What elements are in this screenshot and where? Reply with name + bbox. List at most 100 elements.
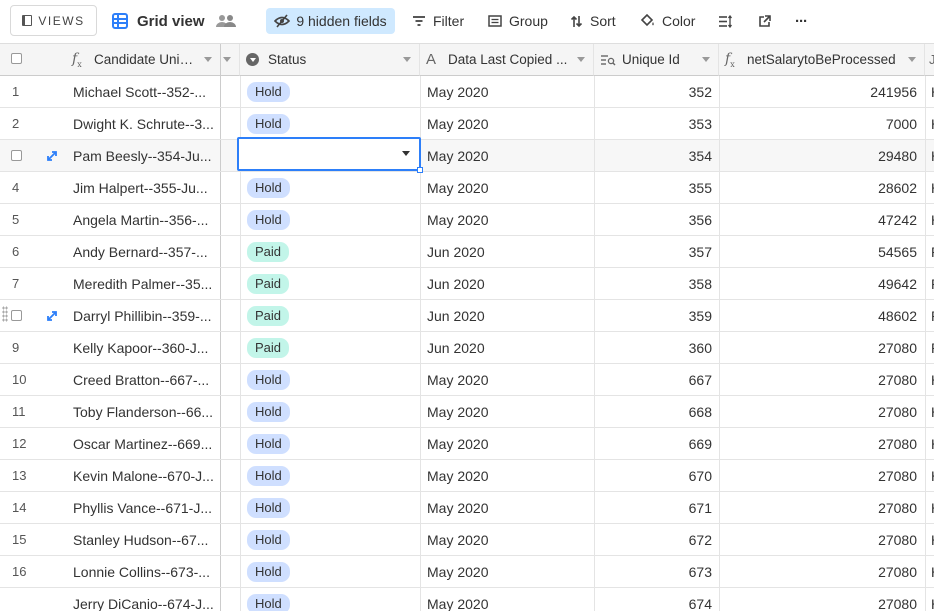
next-column-cell[interactable]: H [925,428,934,459]
net-salary-cell[interactable]: 27080 [719,460,925,491]
candidate-cell[interactable]: Oscar Martinez--669... [60,428,220,459]
more-options-button[interactable]: ··· [795,0,808,42]
date-cell[interactable]: May 2020 [420,140,594,171]
table-row[interactable]: 6 Andy Bernard--357-... Paid Jun 2020 357 545… [0,236,934,268]
unique-id-cell[interactable]: 672 [594,524,719,555]
status-cell[interactable]: Hold [240,460,420,491]
candidate-cell[interactable]: Kevin Malone--670-J... [60,460,220,491]
net-salary-cell[interactable]: 27080 [719,588,925,611]
expand-record-icon[interactable] [46,150,58,162]
candidate-cell[interactable]: Pam Beesly--354-Ju... [60,140,220,171]
chevron-down-icon[interactable] [577,57,585,62]
next-column-cell[interactable]: H [925,108,934,139]
select-all-checkbox[interactable] [11,53,22,64]
fill-handle[interactable] [417,167,423,173]
table-row[interactable]: 7 Meredith Palmer--35... Paid Jun 2020 358 49… [0,268,934,300]
candidate-cell[interactable]: Jerry DiCanio--674-J... [60,588,220,611]
net-salary-cell[interactable]: 27080 [719,332,925,363]
next-column-cell[interactable]: H [925,172,934,203]
net-salary-cell[interactable]: 54565 [719,236,925,267]
candidate-cell[interactable]: Creed Bratton--667-... [60,364,220,395]
table-row[interactable]: 9 Kelly Kapoor--360-J... Paid Jun 2020 360 27… [0,332,934,364]
unique-id-cell[interactable]: 671 [594,492,719,523]
next-column-cell[interactable]: H [925,140,934,171]
next-column-cell[interactable]: H [925,76,934,107]
net-salary-cell[interactable]: 49642 [719,268,925,299]
column-header-candidate[interactable]: fx Candidate Uniq... [60,44,220,76]
date-cell[interactable]: May 2020 [420,76,594,107]
next-column-cell[interactable]: H [925,364,934,395]
date-cell[interactable]: Jun 2020 [420,300,594,331]
status-cell[interactable]: Hold [240,396,420,427]
status-cell[interactable]: Hold [240,172,420,203]
unique-id-cell[interactable]: 352 [594,76,719,107]
column-header-status[interactable]: Status [240,44,420,76]
status-cell[interactable]: Hold [240,524,420,555]
unique-id-cell[interactable]: 356 [594,204,719,235]
chevron-down-icon[interactable] [204,57,212,62]
table-row[interactable]: 14 Phyllis Vance--671-J... Hold May 2020 671… [0,492,934,524]
date-cell[interactable]: May 2020 [420,172,594,203]
view-switcher[interactable]: Grid view [112,0,205,42]
unique-id-cell[interactable]: 355 [594,172,719,203]
status-cell[interactable]: Hold [240,492,420,523]
candidate-cell[interactable]: Andy Bernard--357-... [60,236,220,267]
unique-id-cell[interactable]: 667 [594,364,719,395]
chevron-down-icon[interactable] [223,57,231,62]
candidate-cell[interactable]: Phyllis Vance--671-J... [60,492,220,523]
status-cell[interactable]: Paid [240,268,420,299]
candidate-cell[interactable]: Michael Scott--352-... [60,76,220,107]
table-row[interactable]: 1 Michael Scott--352-... Hold May 2020 352 24… [0,76,934,108]
status-cell[interactable]: Hold [240,108,420,139]
unique-id-cell[interactable]: 674 [594,588,719,611]
column-header-next[interactable]: J [925,44,934,76]
status-cell[interactable]: Hold [240,76,420,107]
table-row[interactable]: 13 Kevin Malone--670-J... Hold May 2020 670 2… [0,460,934,492]
unique-id-cell[interactable]: 669 [594,428,719,459]
next-column-cell[interactable]: H [925,556,934,587]
unique-id-cell[interactable]: 358 [594,268,719,299]
unique-id-cell[interactable]: 673 [594,556,719,587]
net-salary-cell[interactable]: 27080 [719,396,925,427]
row-height-button[interactable] [718,0,732,42]
color-button[interactable]: Color [640,0,695,42]
table-row[interactable]: 10 Creed Bratton--667-... Hold May 2020 667 2… [0,364,934,396]
sort-button[interactable]: Sort [570,0,616,42]
next-column-cell[interactable]: H [925,204,934,235]
column-header-net-salary[interactable]: fx netSalarytoBeProcessed [719,44,925,76]
next-column-cell[interactable]: H [925,396,934,427]
net-salary-cell[interactable]: 27080 [719,492,925,523]
status-cell[interactable]: Paid [240,300,420,331]
views-button[interactable]: VIEWS [10,5,97,36]
next-column-cell[interactable]: P [925,332,934,363]
hidden-fields-button[interactable]: 9 hidden fields [266,8,395,34]
table-row[interactable]: Pam Beesly--354-Ju...HoldMay 20203542948… [0,140,934,172]
dropdown-caret-icon[interactable] [402,151,410,156]
date-cell[interactable]: May 2020 [420,396,594,427]
drag-handle-icon[interactable] [2,306,8,322]
unique-id-cell[interactable]: 354 [594,140,719,171]
candidate-cell[interactable]: Lonnie Collins--673-... [60,556,220,587]
candidate-cell[interactable]: Angela Martin--356-... [60,204,220,235]
filter-button[interactable]: Filter [412,0,464,42]
date-cell[interactable]: May 2020 [420,492,594,523]
candidate-cell[interactable]: Stanley Hudson--67... [60,524,220,555]
table-row[interactable]: 2 Dwight K. Schrute--3... Hold May 2020 353 7… [0,108,934,140]
net-salary-cell[interactable]: 27080 [719,556,925,587]
share-view-button[interactable] [758,0,771,42]
status-cell[interactable]: Paid [240,236,420,267]
group-button[interactable]: Group [488,0,548,42]
unique-id-cell[interactable]: 359 [594,300,719,331]
table-row[interactable]: 16 Lonnie Collins--673-... Hold May 2020 673… [0,556,934,588]
next-column-cell[interactable]: H [925,460,934,491]
unique-id-cell[interactable]: 353 [594,108,719,139]
date-cell[interactable]: May 2020 [420,204,594,235]
net-salary-cell[interactable]: 27080 [719,364,925,395]
status-cell[interactable]: Paid [240,332,420,363]
net-salary-cell[interactable]: 27080 [719,428,925,459]
row-checkbox[interactable] [11,150,22,161]
net-salary-cell[interactable]: 48602 [719,300,925,331]
candidate-cell[interactable]: Toby Flanderson--66... [60,396,220,427]
table-row[interactable]: 5 Angela Martin--356-... Hold May 2020 356 47… [0,204,934,236]
net-salary-cell[interactable]: 47242 [719,204,925,235]
